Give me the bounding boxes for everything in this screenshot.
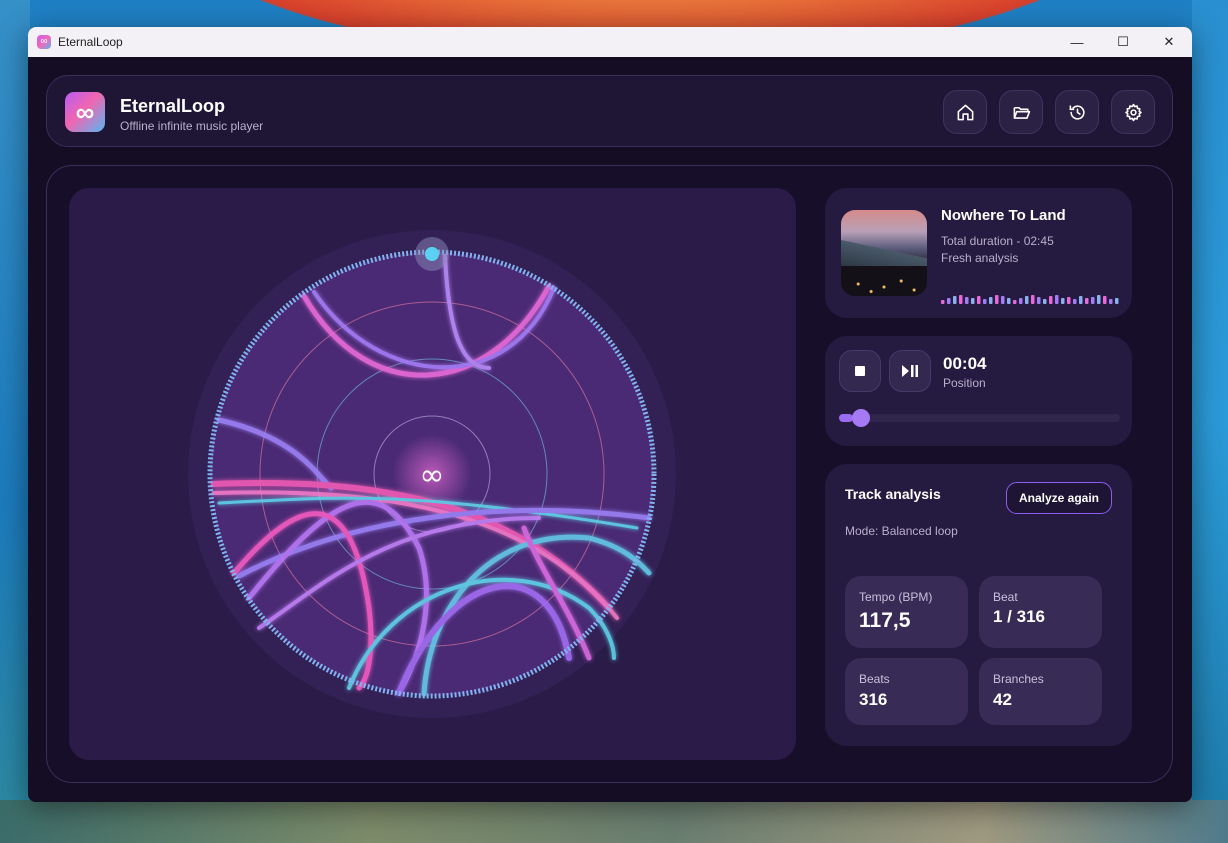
app-icon: ∞ <box>37 35 51 49</box>
app-window: ∞ EternalLoop — ☐ ✕ ∞ EternalLoop Offlin… <box>28 27 1192 802</box>
waveform-bar <box>1091 297 1095 304</box>
title-bar[interactable]: ∞ EternalLoop — ☐ ✕ <box>28 27 1192 57</box>
stat-branches: Branches 42 <box>979 658 1102 725</box>
folder-open-icon <box>1013 106 1030 119</box>
analysis-status: Fresh analysis <box>941 251 1019 265</box>
maximize-button[interactable]: ☐ <box>1100 27 1146 57</box>
history-icon <box>1069 104 1085 120</box>
app-header: ∞ EternalLoop Offline infinite music pla… <box>46 75 1173 147</box>
waveform-bar <box>965 297 969 304</box>
stop-icon <box>855 366 865 376</box>
main-panel: ∞ Nowhere To Land Total duration - 02:45… <box>46 165 1173 783</box>
waveform-bar <box>1007 298 1011 304</box>
waveform-bar <box>1031 295 1035 304</box>
waveform-bar <box>1025 296 1029 304</box>
player-controls-card: 00:04 Position <box>825 336 1132 446</box>
app-subtitle: Offline infinite music player <box>120 119 264 133</box>
history-button[interactable] <box>1055 90 1099 134</box>
desktop-wallpaper-right <box>1192 0 1228 843</box>
stat-value: 117,5 <box>859 609 911 632</box>
minimize-button[interactable]: — <box>1054 27 1100 57</box>
waveform-preview <box>941 295 1119 304</box>
waveform-bar <box>1055 295 1059 304</box>
stat-value: 42 <box>993 690 1012 709</box>
settings-icon <box>1124 103 1142 121</box>
visualizer-canvas[interactable]: ∞ <box>69 188 796 760</box>
infinity-icon: ∞ <box>420 458 445 493</box>
home-button[interactable] <box>943 90 987 134</box>
waveform-bar <box>1049 296 1053 304</box>
open-folder-button[interactable] <box>999 90 1043 134</box>
position-time: 00:04 <box>943 354 987 373</box>
waveform-bar <box>947 298 951 304</box>
track-analysis-card: Track analysis Analyze again Mode: Balan… <box>825 464 1132 746</box>
waveform-bar <box>1037 297 1041 304</box>
play-pause-button[interactable] <box>889 350 931 392</box>
stat-label: Beat <box>993 590 1018 604</box>
analysis-title: Track analysis <box>845 486 941 502</box>
app-logo-icon: ∞ <box>65 92 105 132</box>
waveform-bar <box>989 297 993 304</box>
track-info-card: Nowhere To Land Total duration - 02:45 F… <box>825 188 1132 318</box>
stat-label: Branches <box>993 672 1044 686</box>
waveform-bar <box>1103 296 1107 304</box>
playhead-marker[interactable] <box>425 247 439 261</box>
settings-button[interactable] <box>1111 90 1155 134</box>
waveform-bar <box>959 295 963 304</box>
desktop-wallpaper <box>0 0 30 843</box>
app-name: EternalLoop <box>120 96 226 116</box>
waveform-bar <box>1085 298 1089 304</box>
waveform-bar <box>1109 299 1113 304</box>
play-pause-icon <box>902 365 918 377</box>
waveform-bar <box>1079 296 1083 304</box>
track-title: Nowhere To Land <box>941 207 1066 224</box>
app-content: ∞ EternalLoop Offline infinite music pla… <box>28 57 1192 802</box>
stat-beat: Beat 1 / 316 <box>979 576 1102 648</box>
waveform-bar <box>1067 297 1071 304</box>
analyze-again-button[interactable]: Analyze again <box>1005 482 1112 514</box>
close-button[interactable]: ✕ <box>1146 27 1192 57</box>
stop-button[interactable] <box>839 350 881 392</box>
waveform-bar <box>971 298 975 304</box>
track-duration: Total duration - 02:45 <box>941 234 1054 248</box>
wallpaper-ground <box>0 800 1228 843</box>
seek-slider[interactable] <box>839 409 1120 427</box>
window-title: EternalLoop <box>58 35 123 49</box>
seek-handle[interactable] <box>852 409 871 427</box>
stat-tempo: Tempo (BPM) 117,5 <box>845 576 968 648</box>
stat-value: 1 / 316 <box>993 607 1045 626</box>
waveform-bar <box>1061 298 1065 304</box>
waveform-bar <box>995 295 999 304</box>
stat-label: Tempo (BPM) <box>859 590 933 604</box>
waveform-bar <box>1043 299 1047 304</box>
album-cover <box>841 210 927 296</box>
waveform-bar <box>1013 300 1017 304</box>
waveform-bar <box>953 296 957 304</box>
loop-visualizer[interactable]: ∞ <box>69 188 796 760</box>
home-icon <box>957 104 973 120</box>
waveform-bar <box>1019 298 1023 304</box>
window-controls: — ☐ ✕ <box>1054 27 1192 57</box>
waveform-bar <box>1073 299 1077 304</box>
stat-value: 316 <box>859 690 888 709</box>
waveform-bar <box>1115 298 1119 304</box>
seek-fill <box>839 414 854 422</box>
waveform-bar <box>983 299 987 304</box>
waveform-bar <box>1001 296 1005 304</box>
stat-beats: Beats 316 <box>845 658 968 725</box>
waveform-bar <box>1097 295 1101 304</box>
position-label: Position <box>943 376 986 390</box>
waveform-bar <box>977 296 981 304</box>
stat-label: Beats <box>859 672 890 686</box>
waveform-bar <box>941 300 945 304</box>
analysis-mode: Mode: Balanced loop <box>845 524 958 538</box>
